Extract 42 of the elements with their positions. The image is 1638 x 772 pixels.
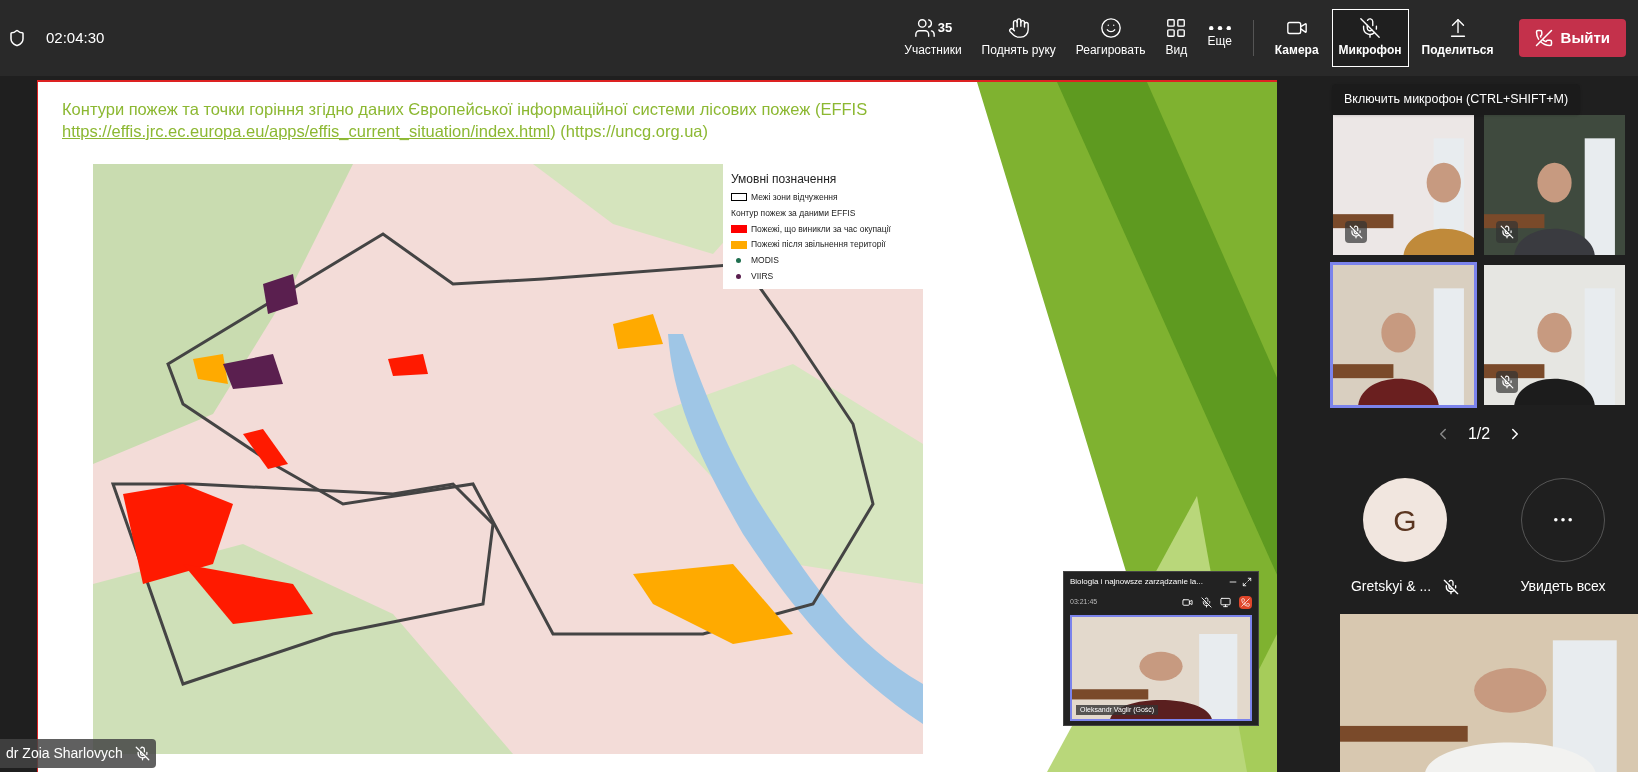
legend-label: MODIS	[751, 254, 779, 267]
toolbar-button[interactable]: Микрофон	[1331, 9, 1409, 67]
smiley-icon	[1099, 17, 1122, 39]
meeting-timer: 02:04:30	[46, 27, 105, 48]
mic-off-icon[interactable]	[1201, 597, 1212, 608]
participant-avatar[interactable]: G	[1363, 478, 1447, 562]
legend-label: Контур пожеж за даними EFFIS	[731, 206, 856, 220]
leave-button[interactable]: Выйти	[1518, 19, 1626, 57]
legend-label: VIIRS	[751, 269, 774, 283]
share-icon[interactable]	[1220, 597, 1231, 608]
people-icon	[913, 17, 936, 39]
hang-up-icon	[1241, 598, 1250, 607]
see-all-label: Увидеть всех	[1520, 577, 1606, 596]
presenter-name: dr Zoia Sharlovych	[6, 744, 123, 763]
toolbar-button[interactable]: Поднять руку	[974, 9, 1063, 67]
hang-up-button[interactable]	[1239, 596, 1252, 609]
shield-icon	[8, 29, 26, 47]
slide-title: Контури пожеж та точки горіння згідно даних Європейської інформаційної системи лісових пожеж (EFFIS https://effis.jrc.ec.europa.eu/apps/effis_current_situation/index.html) (https://uncg.org.ua)	[62, 99, 869, 142]
page-indicator: 1/2	[1467, 424, 1491, 444]
toolbar-button[interactable]: Камера	[1267, 9, 1326, 67]
toolbar-button[interactable]: 35 Участники	[897, 9, 969, 67]
expand-icon[interactable]	[1242, 577, 1252, 587]
mini-window-title: Biologia i najnowsze zarządzanie la...	[1070, 576, 1203, 588]
camera-icon[interactable]	[1182, 597, 1193, 608]
more-icon	[1208, 25, 1231, 31]
legend-title: Умовні позначення	[731, 171, 838, 188]
grid-icon	[1165, 17, 1188, 39]
participant-name: Gretskyi & ...	[1350, 577, 1432, 596]
toolbar-button[interactable]: Еще	[1200, 9, 1239, 67]
legend-label: Межі зони відчуження	[751, 191, 838, 204]
toolbar-button[interactable]: Вид	[1158, 9, 1195, 67]
toolbar-button[interactable]: Реагировать	[1068, 9, 1153, 67]
legend-outline-swatch	[731, 193, 747, 202]
legend-label: Пожежі після звільнення території	[751, 238, 886, 251]
more-icon	[1554, 518, 1572, 522]
hand-icon	[1007, 17, 1030, 39]
mic-off-icon	[1359, 17, 1382, 39]
hang-up-icon	[1534, 29, 1553, 47]
legend-label: Пожежі, що виникли за час окупації	[751, 222, 891, 236]
participant-count: 35	[937, 19, 953, 38]
toolbar-button[interactable]: Поделиться	[1414, 9, 1501, 67]
tooltip: Включить микрофон (CTRL+SHIFT+M)	[1332, 84, 1581, 115]
